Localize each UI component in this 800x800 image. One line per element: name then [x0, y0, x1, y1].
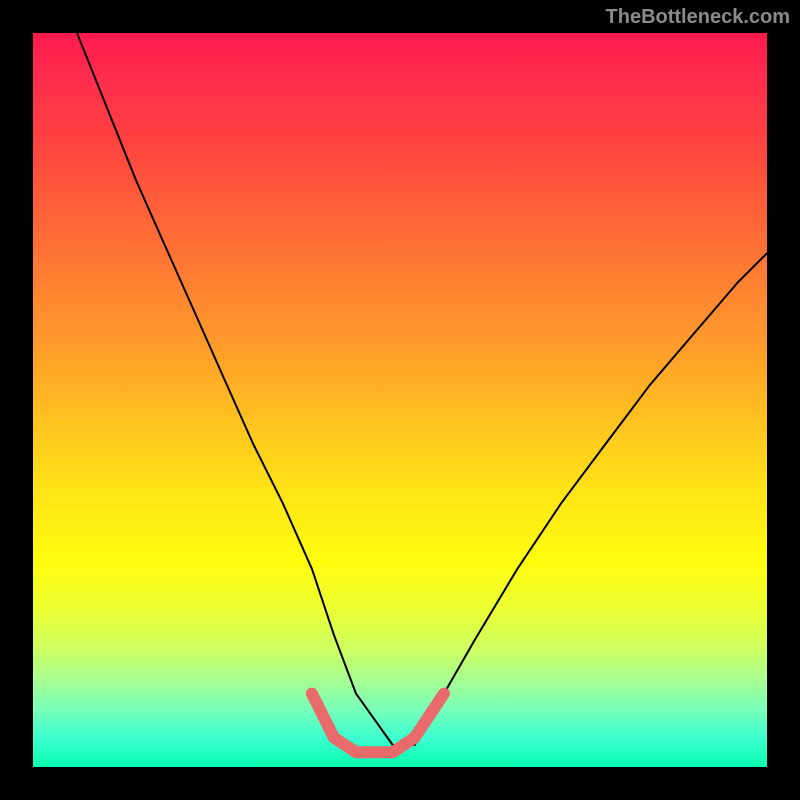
bottleneck-curve [77, 33, 767, 745]
curve-layer [33, 33, 767, 767]
chart-stage: TheBottleneck.com [0, 0, 800, 800]
watermark-label: TheBottleneck.com [606, 6, 790, 29]
plot-area [33, 33, 767, 767]
